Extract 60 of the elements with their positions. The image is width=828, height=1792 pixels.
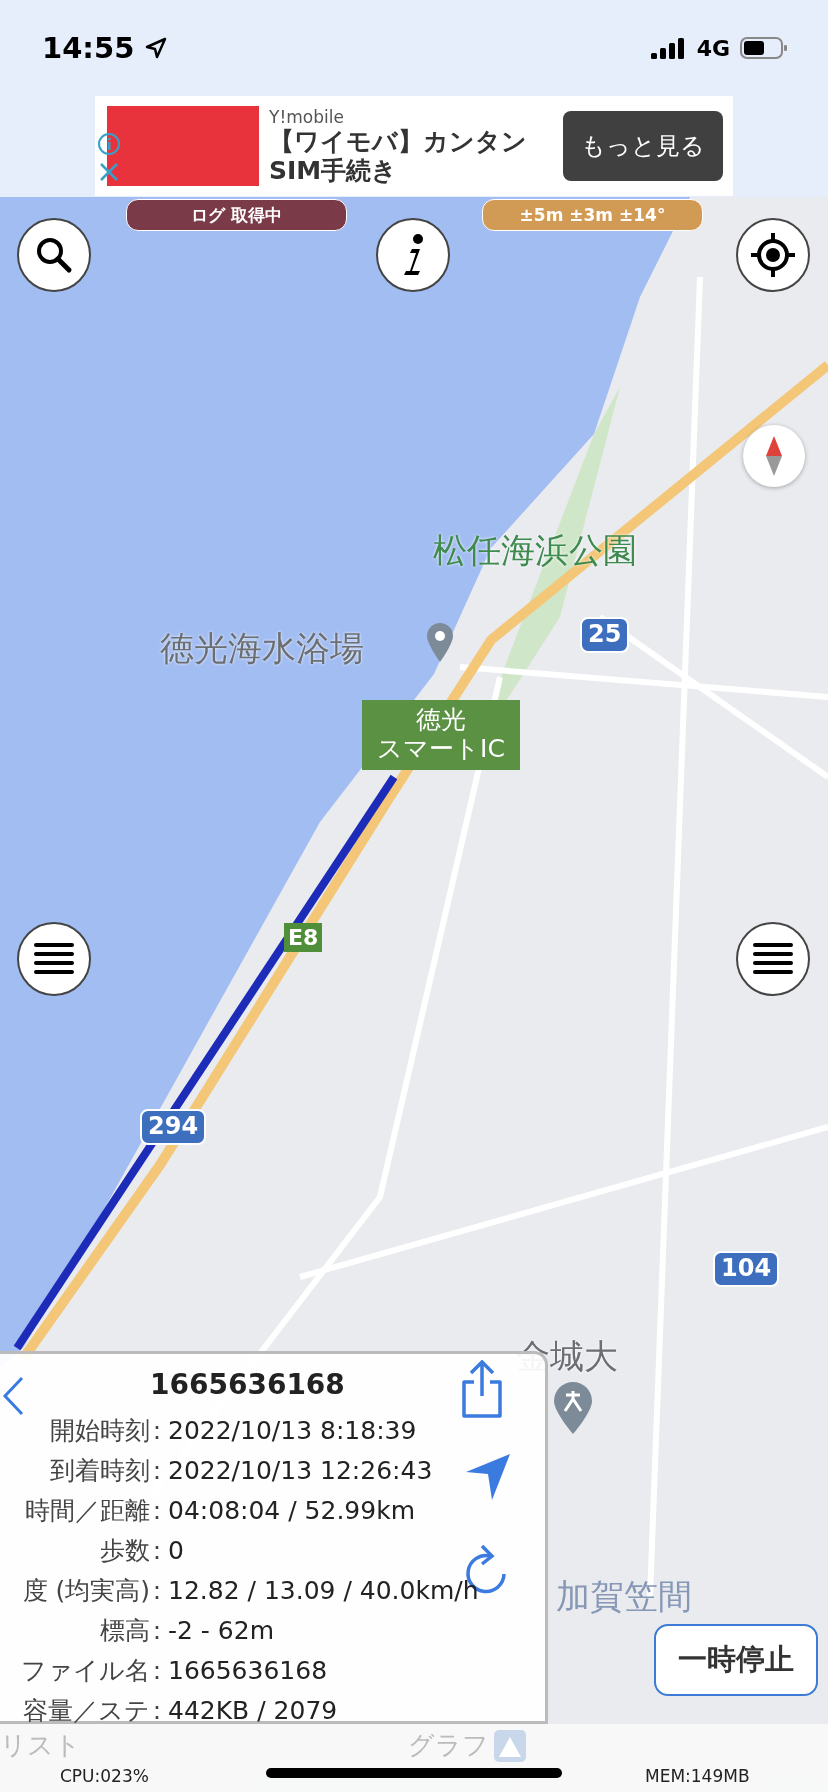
info-colon: : xyxy=(151,1655,163,1685)
info-colon: : xyxy=(151,1615,163,1645)
info-label: 到着時刻 xyxy=(50,1454,150,1487)
ad-more-button[interactable]: もっと見る xyxy=(563,111,723,181)
info-label: 標高 xyxy=(100,1614,150,1647)
info-colon: : xyxy=(151,1415,163,1445)
network-type: 4G xyxy=(696,35,730,61)
navigate-button[interactable] xyxy=(466,1454,510,1500)
school-pin-icon xyxy=(553,1382,593,1434)
ad-headline: 【ワイモバ】カンタン xyxy=(269,127,528,156)
accuracy-badge: ±5m ±3m ±14° xyxy=(482,199,703,231)
info-value: 1665636168 xyxy=(167,1655,329,1685)
info-colon: : xyxy=(151,1695,163,1725)
info-label: 容量／ステ xyxy=(23,1694,150,1727)
info-value: 442KB / 2079 xyxy=(167,1695,339,1725)
battery-icon xyxy=(740,36,788,60)
route-shield: E8 xyxy=(284,923,323,953)
location-arrow-icon xyxy=(144,36,169,60)
target-icon xyxy=(749,231,797,279)
info-value: 04:08:04 / 52.99km xyxy=(167,1495,416,1525)
info-label: 開始時刻 xyxy=(50,1414,150,1447)
info-value: 0 xyxy=(167,1535,185,1565)
pause-button[interactable]: 一時停止 xyxy=(654,1624,818,1696)
cpu-usage: CPU:023% xyxy=(60,1766,149,1786)
info-label: 度 (均実高) xyxy=(22,1574,150,1607)
compass-needle-icon xyxy=(764,436,784,476)
ad-banner[interactable]: Y!mobile 【ワイモバ】カンタン SIM手続き もっと見る xyxy=(95,96,733,196)
info-label: 時間／距離 xyxy=(25,1494,150,1527)
map-label: 徳光 スマートIC xyxy=(362,700,520,770)
menu-icon xyxy=(751,941,795,977)
info-label: ファイル名 xyxy=(21,1654,150,1687)
logging-status-badge: ログ 取得中 xyxy=(126,199,347,231)
info-colon: : xyxy=(151,1495,163,1525)
navigation-arrow-icon xyxy=(466,1454,510,1500)
ad-headline: SIM手続き xyxy=(269,156,399,185)
map-label: 徳光海水浴場 xyxy=(160,629,364,669)
status-time: 14:55 xyxy=(42,31,135,65)
menu-icon xyxy=(32,941,76,977)
info-value: 12.82 / 13.09 / 40.0km/h xyxy=(167,1575,479,1605)
route-shield: 294 xyxy=(140,1109,207,1145)
map-pin-icon xyxy=(425,622,455,662)
map-label: 松任海浜公園 xyxy=(433,531,637,571)
info-value: -2 - 62m xyxy=(167,1615,275,1645)
track-title: 1665636168 xyxy=(150,1368,345,1401)
memory-usage: MEM:149MB xyxy=(645,1766,750,1786)
info-label: 歩数 xyxy=(100,1534,150,1567)
signal-icon xyxy=(650,37,687,59)
route-shield: 104 xyxy=(713,1251,780,1287)
info-value: 2022/10/13 12:26:43 xyxy=(167,1455,434,1485)
back-chevron-icon xyxy=(2,1376,24,1416)
map-label: 加賀笠間 xyxy=(556,1577,692,1617)
search-icon xyxy=(34,235,74,275)
route-shield: 25 xyxy=(580,617,630,653)
ad-advertiser: Y!mobile xyxy=(269,107,345,127)
info-value: 2022/10/13 8:18:39 xyxy=(167,1415,418,1445)
info-colon: : xyxy=(151,1575,163,1605)
info-colon: : xyxy=(151,1535,163,1565)
back-button[interactable] xyxy=(2,1376,24,1416)
info-icon[interactable] xyxy=(97,132,121,156)
info-colon: : xyxy=(151,1455,163,1485)
